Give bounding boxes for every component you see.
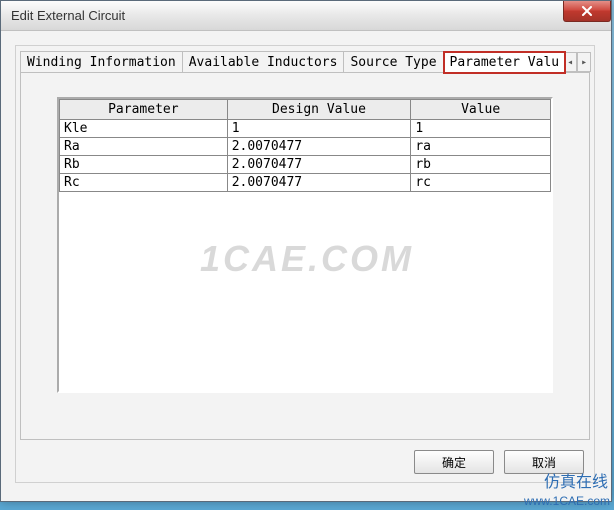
table-row[interactable]: Rc 2.0070477 rc xyxy=(60,174,551,192)
tab-source-type[interactable]: Source Type xyxy=(343,51,443,74)
titlebar: Edit External Circuit xyxy=(1,1,611,31)
tab-winding-information[interactable]: Winding Information xyxy=(20,51,183,74)
table-header-row: Parameter Design Value Value xyxy=(60,100,551,120)
tab-scroll-nav: ◂ ▸ xyxy=(563,52,591,72)
col-parameter[interactable]: Parameter xyxy=(60,100,228,120)
parameter-table[interactable]: Parameter Design Value Value Kle 1 1 xyxy=(59,99,551,192)
tabstrip: Winding Information Available Inductors … xyxy=(20,51,590,73)
close-button[interactable] xyxy=(563,1,611,22)
col-design-value[interactable]: Design Value xyxy=(227,100,411,120)
tab-available-inductors[interactable]: Available Inductors xyxy=(182,51,345,74)
ok-button[interactable]: 确定 xyxy=(414,450,494,474)
col-value[interactable]: Value xyxy=(411,100,551,120)
cell-design-value[interactable]: 2.0070477 xyxy=(227,138,411,156)
dialog-buttons: 确定 取消 xyxy=(414,450,584,474)
cell-value[interactable]: rc xyxy=(411,174,551,192)
cell-design-value[interactable]: 1 xyxy=(227,120,411,138)
tab-panel: Parameter Design Value Value Kle 1 1 xyxy=(20,72,590,440)
cell-design-value[interactable]: 2.0070477 xyxy=(227,174,411,192)
cell-parameter[interactable]: Rc xyxy=(60,174,228,192)
cell-design-value[interactable]: 2.0070477 xyxy=(227,156,411,174)
close-icon xyxy=(581,6,593,17)
cell-value[interactable]: rb xyxy=(411,156,551,174)
tab-parameter-values[interactable]: Parameter Valu xyxy=(443,51,567,74)
tab-scroll-right[interactable]: ▸ xyxy=(577,52,591,72)
cell-value[interactable]: ra xyxy=(411,138,551,156)
table-row[interactable]: Ra 2.0070477 ra xyxy=(60,138,551,156)
tab-container: Winding Information Available Inductors … xyxy=(15,45,595,483)
cancel-button[interactable]: 取消 xyxy=(504,450,584,474)
cell-parameter[interactable]: Kle xyxy=(60,120,228,138)
table-row[interactable]: Kle 1 1 xyxy=(60,120,551,138)
chevron-right-icon: ▸ xyxy=(581,57,587,68)
cell-parameter[interactable]: Rb xyxy=(60,156,228,174)
window-title: Edit External Circuit xyxy=(11,8,125,23)
cell-parameter[interactable]: Ra xyxy=(60,138,228,156)
dialog-window: Edit External Circuit Winding Informatio… xyxy=(0,0,612,502)
chevron-left-icon: ◂ xyxy=(567,57,573,68)
table-row[interactable]: Rb 2.0070477 rb xyxy=(60,156,551,174)
cell-value[interactable]: 1 xyxy=(411,120,551,138)
client-area: Winding Information Available Inductors … xyxy=(1,31,611,497)
parameter-table-wrap: Parameter Design Value Value Kle 1 1 xyxy=(57,97,553,393)
